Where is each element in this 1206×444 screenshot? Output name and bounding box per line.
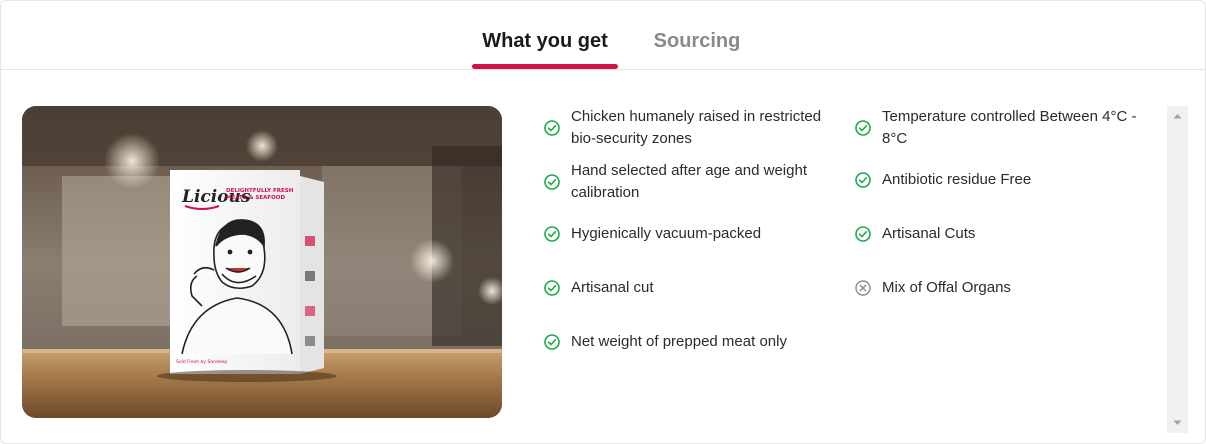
feature-item: Antibiotic residue Free (854, 169, 1144, 191)
feature-item: Temperature controlled Between 4°C - 8°C (854, 106, 1144, 150)
feature-text: Temperature controlled Between 4°C - 8°C (882, 108, 1137, 147)
feature-text: Hand selected after age and weight calib… (571, 162, 807, 201)
tab-bar: What you get Sourcing (1, 1, 1206, 70)
tab-what-you-get[interactable]: What you get (472, 1, 618, 70)
tab-sourcing[interactable]: Sourcing (641, 1, 753, 70)
active-tab-indicator (472, 64, 618, 69)
feature-text: Chicken humanely raised in restricted bi… (571, 108, 822, 147)
feature-text: Artisanal cut (571, 279, 654, 296)
check-circle-icon (855, 226, 871, 242)
feature-item-excluded: Mix of Offal Organs (854, 277, 1144, 299)
feature-text: Antibiotic residue Free (882, 171, 1032, 188)
feature-item: Artisanal cut (543, 277, 833, 299)
feature-item: Chicken humanely raised in restricted bi… (543, 106, 833, 150)
check-circle-icon (544, 280, 560, 296)
svg-text:MEATS & SEAFOOD: MEATS & SEAFOOD (226, 195, 285, 201)
check-circle-icon (544, 334, 560, 350)
check-circle-icon (544, 174, 560, 190)
feature-item: Hygienically vacuum-packed (543, 223, 833, 245)
check-circle-icon (544, 226, 560, 242)
check-circle-icon (855, 120, 871, 136)
feature-item: Artisanal Cuts (854, 223, 1144, 245)
vertical-scrollbar[interactable] (1167, 106, 1188, 433)
svg-text:DELIGHTFULLY FRESH: DELIGHTFULLY FRESH (226, 188, 294, 194)
feature-text: Net weight of prepped meat only (571, 333, 787, 350)
feature-item: Hand selected after age and weight calib… (543, 160, 833, 204)
feature-text: Mix of Offal Organs (882, 279, 1011, 296)
feature-list: Chicken humanely raised in restricted bi… (541, 106, 1151, 418)
check-circle-icon (544, 120, 560, 136)
scroll-down-arrow-icon[interactable] (1167, 413, 1188, 433)
product-image: Licious DELIGHTFULLY FRESH MEATS & SEAFO… (22, 106, 502, 418)
feature-text: Artisanal Cuts (882, 225, 976, 242)
cross-circle-icon (855, 280, 871, 296)
feature-item: Net weight of prepped meat only (543, 331, 833, 353)
svg-text:Sold Fresh by Sandeep: Sold Fresh by Sandeep (176, 359, 227, 365)
product-info-card: What you get Sourcing Licious DELIGHTFUL… (0, 0, 1206, 444)
feature-text: Hygienically vacuum-packed (571, 225, 762, 242)
scroll-up-arrow-icon[interactable] (1167, 106, 1188, 126)
check-circle-icon (855, 172, 871, 188)
